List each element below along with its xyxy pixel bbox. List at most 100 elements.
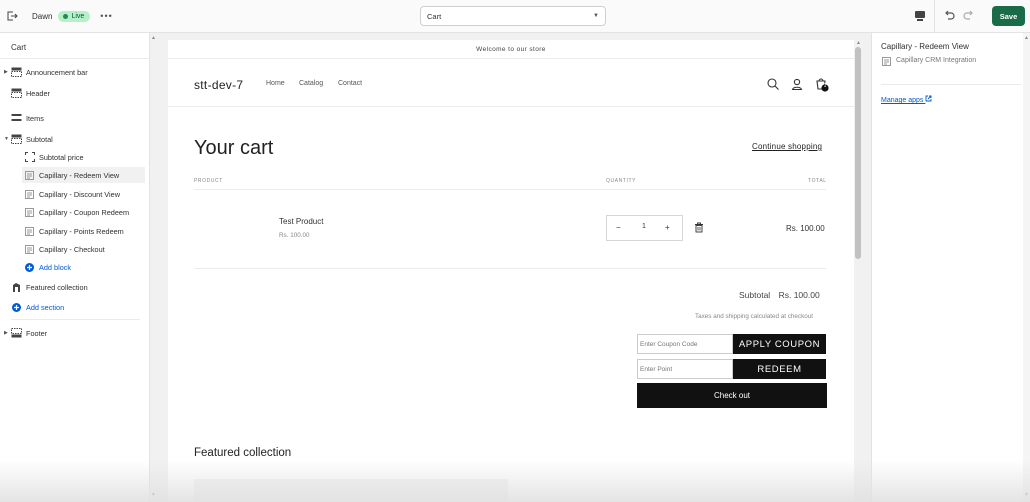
sidebar-item-subtotal-price[interactable]: Subtotal price bbox=[0, 149, 150, 165]
caret-right-icon[interactable]: ▶ bbox=[4, 69, 8, 75]
block-icon bbox=[24, 152, 35, 162]
taxes-note: Taxes and shipping calculated at checkou… bbox=[695, 313, 813, 320]
featured-collection-title: Featured collection bbox=[194, 447, 292, 459]
sidebar-item-label: Header bbox=[26, 88, 50, 98]
caret-down-icon[interactable]: ▼ bbox=[4, 136, 9, 142]
page-title: Your cart bbox=[194, 137, 274, 159]
search-icon[interactable] bbox=[766, 77, 780, 91]
save-button[interactable]: Save bbox=[992, 6, 1025, 26]
scroll-up-icon[interactable]: ▲ bbox=[1024, 35, 1029, 41]
external-link-icon bbox=[925, 95, 932, 102]
live-badge-label: Live bbox=[71, 12, 85, 20]
panel-scrollbar[interactable]: ▲ ▼ bbox=[1023, 33, 1030, 502]
cart-icon[interactable]: 1 bbox=[814, 77, 829, 92]
sidebar-item-label: Subtotal price bbox=[39, 152, 84, 162]
sidebar-item-capillary-discount-view[interactable]: Capillary - Discount View bbox=[0, 186, 150, 202]
theme-name: Dawn bbox=[32, 11, 53, 21]
points-input[interactable]: Enter Point bbox=[637, 359, 733, 379]
redeem-button[interactable]: REDEEM bbox=[733, 359, 826, 379]
nav-link-home[interactable]: Home bbox=[266, 80, 285, 87]
scrollbar-thumb[interactable] bbox=[855, 47, 861, 259]
settings-title: Capillary - Redeem View bbox=[881, 42, 969, 51]
toolbar-divider bbox=[934, 0, 935, 33]
checkout-button[interactable]: Check out bbox=[637, 383, 827, 408]
continue-shopping-link[interactable]: Continue shopping bbox=[752, 142, 822, 151]
header-divider bbox=[168, 106, 854, 107]
list-icon bbox=[11, 113, 22, 123]
sidebar-item-label: Capillary - Discount View bbox=[39, 189, 120, 199]
sidebar-item-footer[interactable]: ▶ Footer bbox=[0, 325, 150, 341]
coupon-code-input[interactable]: Enter Coupon Code bbox=[637, 334, 733, 354]
product-price: Rs. 100.00 bbox=[279, 232, 310, 239]
table-divider bbox=[194, 189, 826, 190]
sidebar-item-capillary-coupon-redeem[interactable]: Capillary - Coupon Redeem bbox=[0, 204, 150, 220]
sidebar-scrollbar[interactable]: ▲ ▼ bbox=[150, 33, 158, 502]
nav-link-catalog[interactable]: Catalog bbox=[299, 80, 323, 87]
product-name[interactable]: Test Product bbox=[279, 217, 323, 226]
live-dot-icon bbox=[63, 13, 69, 19]
app-block-icon bbox=[24, 170, 35, 180]
add-block-button[interactable]: Add block bbox=[0, 259, 150, 275]
sidebar-item-capillary-checkout[interactable]: Capillary - Checkout bbox=[0, 241, 150, 257]
scroll-up-icon[interactable]: ▲ bbox=[151, 35, 156, 41]
sidebar-item-featured-collection[interactable]: Featured collection bbox=[0, 279, 150, 295]
scroll-up-icon[interactable]: ▲ bbox=[856, 40, 861, 46]
sidebar-divider bbox=[11, 319, 140, 320]
scroll-down-icon[interactable]: ▼ bbox=[151, 492, 156, 498]
undo-icon[interactable] bbox=[942, 9, 956, 23]
preview-scrollbar[interactable]: ▲ bbox=[854, 40, 863, 502]
template-selector-label: Cart bbox=[427, 11, 442, 21]
section-icon bbox=[11, 134, 22, 144]
app-block-icon bbox=[24, 207, 35, 217]
sidebar-item-label: Featured collection bbox=[26, 282, 88, 292]
account-icon[interactable] bbox=[790, 77, 804, 91]
sidebar-item-announcement-bar[interactable]: ▶ Announcement bar bbox=[0, 64, 150, 80]
store-logo[interactable]: stt-dev-7 bbox=[194, 78, 243, 92]
quantity-stepper: − 1 + bbox=[606, 215, 683, 241]
sidebar-item-subtotal[interactable]: ▼ Subtotal bbox=[0, 131, 150, 147]
quantity-increase-button[interactable]: + bbox=[665, 223, 670, 232]
sidebar-item-label: Subtotal bbox=[26, 134, 53, 144]
sidebar-item-label: Capillary - Coupon Redeem bbox=[39, 207, 130, 217]
block-settings-panel: Capillary - Redeem View Capillary CRM In… bbox=[871, 33, 1030, 502]
more-actions-button[interactable]: ••• bbox=[100, 11, 112, 21]
manage-apps-label: Manage apps bbox=[881, 97, 924, 104]
section-icon bbox=[11, 67, 22, 77]
announcement-bar: Welcome to our store bbox=[168, 40, 854, 59]
quantity-input[interactable]: 1 bbox=[642, 223, 646, 230]
live-badge: Live bbox=[58, 10, 91, 22]
nav-link-contact[interactable]: Contact bbox=[338, 80, 362, 87]
line-total: Rs. 100.00 bbox=[786, 224, 825, 233]
trash-icon[interactable] bbox=[694, 222, 704, 233]
quantity-decrease-button[interactable]: − bbox=[616, 223, 621, 232]
store-preview: Welcome to our store stt-dev-7 Home Cata… bbox=[168, 40, 854, 502]
sidebar-item-capillary-redeem-view[interactable]: Capillary - Redeem View bbox=[22, 167, 145, 183]
settings-divider bbox=[881, 84, 1021, 85]
sidebar-title: Cart bbox=[11, 43, 27, 52]
sidebar-item-label: Capillary - Redeem View bbox=[39, 170, 120, 180]
sidebar-item-header[interactable]: Header bbox=[0, 85, 150, 101]
collection-icon bbox=[11, 282, 22, 292]
redo-icon[interactable] bbox=[962, 9, 976, 23]
column-header-quantity: QUANTITY bbox=[606, 178, 637, 184]
sidebar-item-capillary-points-redeem[interactable]: Capillary - Points Redeem bbox=[0, 223, 150, 239]
sidebar-item-items[interactable]: Items bbox=[0, 110, 150, 126]
template-selector[interactable]: Cart ▼ bbox=[420, 6, 606, 26]
caret-right-icon[interactable]: ▶ bbox=[4, 330, 8, 336]
app-block-icon bbox=[24, 244, 35, 254]
desktop-preview-icon[interactable] bbox=[913, 9, 927, 23]
sidebar-divider bbox=[0, 58, 150, 59]
sidebar-item-label: Capillary - Checkout bbox=[39, 244, 105, 254]
settings-subtitle: Capillary CRM Integration bbox=[896, 57, 977, 64]
sidebar-item-label: Capillary - Points Redeem bbox=[39, 226, 124, 236]
manage-apps-link[interactable]: Manage apps bbox=[881, 95, 932, 104]
sidebar-item-label: Announcement bar bbox=[26, 67, 88, 77]
subtotal-row: Subtotal Rs. 100.00 bbox=[739, 290, 820, 300]
app-block-icon bbox=[24, 189, 35, 199]
apply-coupon-button[interactable]: APPLY COUPON bbox=[733, 334, 826, 354]
scroll-down-icon[interactable]: ▼ bbox=[1024, 492, 1029, 498]
add-section-button[interactable]: Add section bbox=[0, 299, 150, 315]
cart-count-badge: 1 bbox=[823, 83, 827, 89]
exit-icon[interactable] bbox=[1, 5, 23, 27]
add-section-label: Add section bbox=[26, 302, 65, 312]
